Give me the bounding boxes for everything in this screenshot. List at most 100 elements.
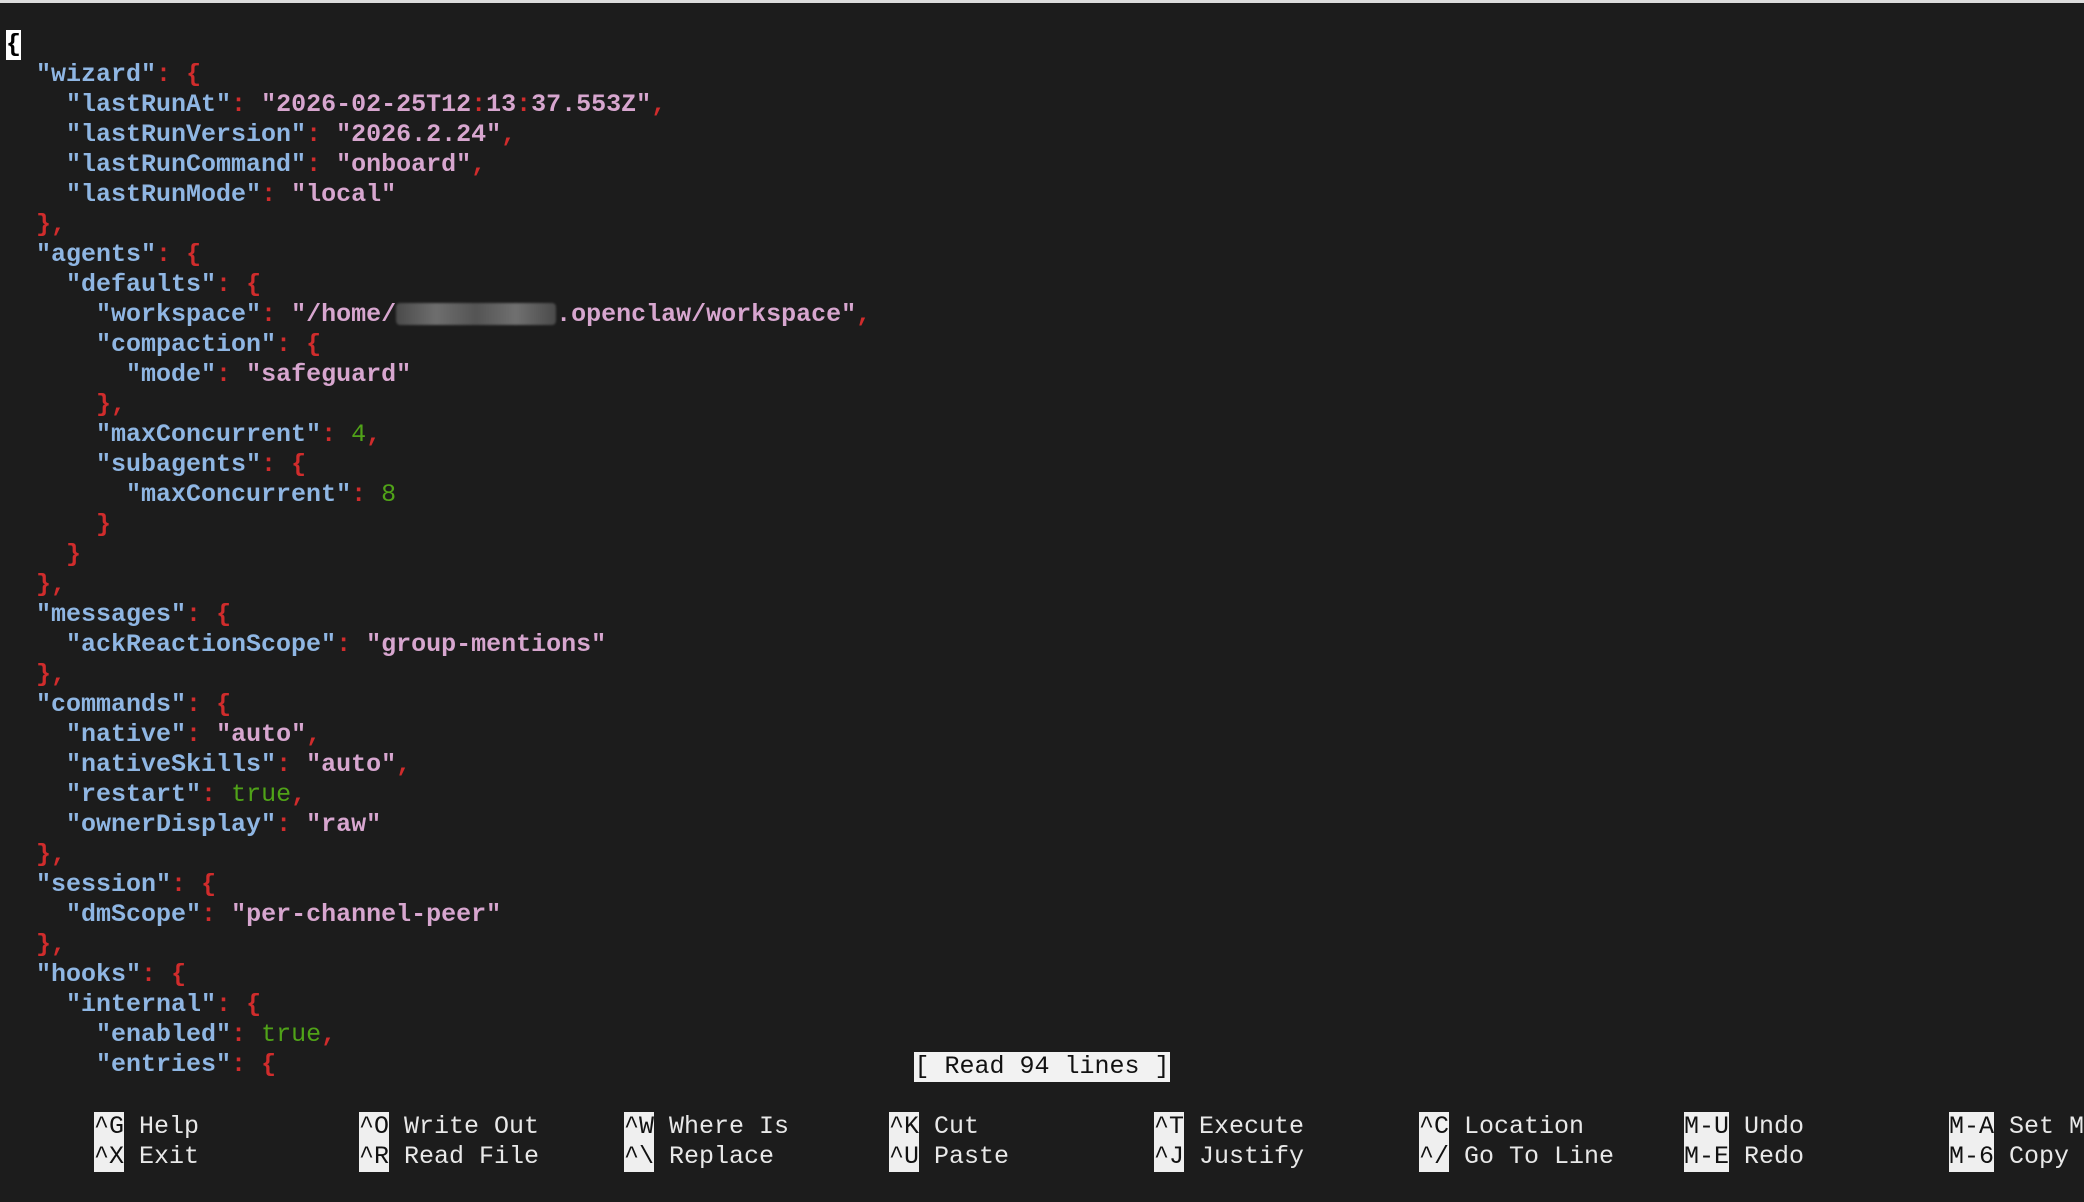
shortcut-copy[interactable]: M-6 Copy [1859,1112,2069,1172]
json-punct: : [261,450,292,479]
shortcut-exit[interactable]: ^X Exit [4,1112,199,1172]
json-key: "hooks" [36,960,142,989]
code-line: "maxConcurrent": 4, [6,420,871,450]
json-key: "restart" [66,780,202,809]
json-key: "dmScope" [66,900,202,929]
json-punct: : [201,780,232,809]
json-key: "subagents" [96,450,262,479]
status-message: [ Read 94 lines ] [914,1052,1170,1082]
json-string: "/home/ [291,300,397,329]
shortcut-label: Justify [1199,1142,1305,1171]
json-string: "2026.2.24" [336,120,502,149]
shortcut-key: ^R [359,1142,390,1172]
shortcut-label: Go To Line [1464,1142,1615,1171]
json-key: "ackReactionScope" [66,630,337,659]
json-key: "messages" [36,600,187,629]
json-key: "lastRunCommand" [66,150,307,179]
json-punct: : [186,720,217,749]
shortcut-paste[interactable]: ^U Paste [799,1112,1009,1172]
json-key: "lastRunVersion" [66,120,307,149]
redacted-text [396,303,557,326]
json-punct: { [171,960,187,989]
json-key: "internal" [66,990,217,1019]
shortcut-execute[interactable]: ^T Execute [1064,1082,1304,1142]
json-key: "wizard" [36,60,157,89]
code-line: "session": { [6,870,871,900]
shortcut-help[interactable]: ^G Help [4,1082,199,1142]
json-literal: true [231,780,292,809]
shortcut-undo[interactable]: M-U Undo [1594,1082,1804,1142]
json-key: "agents" [36,240,157,269]
json-punct: }, [36,210,67,239]
shortcut-set-mark[interactable]: M-ASet Mark [1859,1082,2084,1142]
json-string: "auto" [306,750,397,779]
json-string: 37.553Z" [531,90,652,119]
json-key: "commands" [36,690,187,719]
shortcut-cut[interactable]: ^K Cut [799,1082,979,1142]
json-literal: true [261,1020,322,1049]
json-punct: : [336,630,367,659]
json-string: "2026-02-25T12 [261,90,472,119]
shortcut-replace[interactable]: ^\ Replace [534,1112,774,1172]
status-bar: [ Read 94 lines ] [0,1052,2084,1082]
json-string: "raw" [306,810,382,839]
shortcut-label: Redo [1744,1142,1805,1171]
json-punct: : [216,270,247,299]
json-key: "mode" [126,360,217,389]
json-punct: , [396,750,412,779]
shortcut-key: ^X [94,1142,125,1172]
shortcut-justify[interactable]: ^J Justify [1064,1112,1304,1172]
shortcut-redo[interactable]: M-E Redo [1594,1112,1804,1172]
code-line: "defaults": { [6,270,871,300]
shortcut-write-out[interactable]: ^O Write Out [269,1082,539,1142]
code-line: "nativeSkills": "auto", [6,750,871,780]
shortcut-where-is[interactable]: ^W Where Is [534,1082,789,1142]
code-line: }, [6,210,871,240]
code-line: "dmScope": "per-channel-peer" [6,900,871,930]
json-punct: : [216,990,247,1019]
code-line: "lastRunMode": "local" [6,180,871,210]
json-key: "ownerDisplay" [66,810,277,839]
json-key: "enabled" [96,1020,232,1049]
json-string: "onboard" [336,150,472,179]
json-punct: , [501,120,517,149]
top-border [0,0,2084,3]
json-punct: , [856,300,872,329]
code-line: }, [6,390,871,420]
code-line: "mode": "safeguard" [6,360,871,390]
shortcut-key: M-6 [1949,1142,1995,1172]
json-punct: { [291,450,307,479]
code-line: "wizard": { [6,60,871,90]
code-view[interactable]: { "wizard": { "lastRunAt": "2026-02-25T1… [6,30,871,1080]
json-punct: : [276,750,307,779]
code-line: }, [6,930,871,960]
json-punct: { [216,600,232,629]
json-string: "local" [291,180,397,209]
json-punct: : [231,1020,262,1049]
json-punct: } [66,540,82,569]
shortcut-location[interactable]: ^C Location [1329,1082,1584,1142]
json-punct: : [201,900,232,929]
json-key: "defaults" [66,270,217,299]
json-punct: : [156,240,187,269]
json-punct: { [216,690,232,719]
shortcut-read-file[interactable]: ^R Read File [269,1112,539,1172]
json-punct: }, [36,930,67,959]
shortcut-go-to-line[interactable]: ^/ Go To Line [1329,1112,1614,1172]
